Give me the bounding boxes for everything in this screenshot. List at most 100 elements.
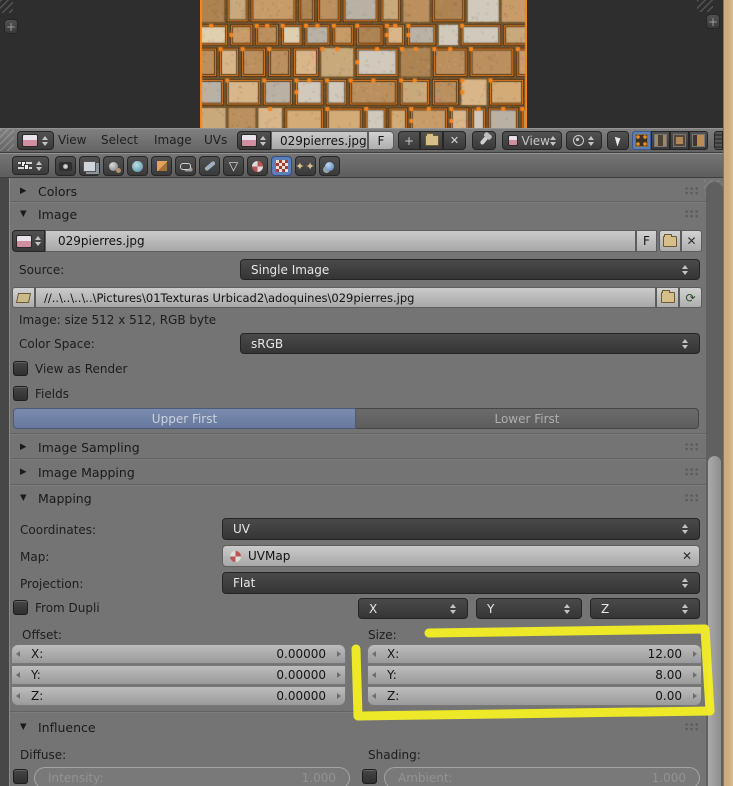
diffuse-intensity-checkbox[interactable] [13,769,28,784]
menu-view[interactable]: View [54,128,90,153]
fake-user-button[interactable]: F [368,131,394,150]
panel-drag-dots[interactable] [685,442,700,452]
menu-uvs[interactable]: UVs [200,128,231,153]
image-datablock-browse[interactable] [12,230,45,252]
offset-y-field[interactable]: Y: 0.00000 [11,665,346,685]
render-icon [59,161,72,171]
tab-physics[interactable] [319,156,340,176]
offset-z-field[interactable]: Z: 0.00000 [11,686,346,706]
map-field[interactable]: UVMap ✕ [222,545,700,567]
tab-particles[interactable]: ✦✦ [295,156,316,176]
shading-ambient-checkbox[interactable] [362,769,377,784]
upper-first-button[interactable]: Upper First [13,408,356,429]
panel-drag-dots[interactable] [685,209,700,219]
shading-ambient-slider[interactable]: Ambient: 1.000 [384,767,700,786]
size-y-field[interactable]: Y: 8.00 [367,665,702,685]
corner-widget-top-right[interactable] [697,0,713,12]
panel-header-image-sampling[interactable]: Image Sampling [20,438,700,456]
panel-drag-dots[interactable] [685,186,700,196]
clear-map-icon[interactable]: ✕ [682,549,692,563]
browse-arrows-icon [259,134,267,148]
filepath-icon-button[interactable] [12,287,35,308]
projection-dropdown[interactable]: Flat [222,572,700,594]
increment-arrow-icon[interactable] [337,672,341,678]
axis-x-dropdown[interactable]: X [358,598,468,619]
image-name-field[interactable]: 029pierres.jpg [45,230,636,252]
sticky-selection-button-partial[interactable] [714,131,723,150]
fake-user-button[interactable]: F [636,230,657,252]
filepath-reload-button[interactable]: ⟳ [679,287,702,308]
panel-drag-dots[interactable] [685,493,700,503]
panel-drag-dots[interactable] [685,467,700,477]
separator [10,711,722,713]
panel-header-colors[interactable]: Colors [20,182,700,200]
increment-arrow-icon[interactable] [337,651,341,657]
uv-sync-selection-button[interactable] [607,131,629,150]
corner-widget-top-left[interactable] [0,0,13,13]
panel-drag-dots[interactable] [685,722,700,732]
panel-header-mapping[interactable]: Mapping [20,489,700,507]
editor-type-selector[interactable] [17,131,54,150]
increment-arrow-icon[interactable] [337,693,341,699]
new-image-button[interactable]: + [398,131,420,150]
unlink-image-button[interactable]: ✕ [443,131,466,150]
edge-select-icon [654,134,667,147]
properties-editor-type-selector[interactable] [12,156,49,175]
increment-arrow-icon[interactable] [693,672,697,678]
tab-modifiers[interactable] [199,156,220,176]
uv-select-edge-button[interactable] [651,131,670,150]
axis-y-dropdown[interactable]: Y [476,598,582,619]
open-image-button[interactable] [420,131,443,150]
from-dupli-checkbox[interactable] [13,600,28,615]
tab-scene[interactable] [103,156,124,176]
view-as-render-checkbox[interactable] [13,361,28,376]
tab-render-layers[interactable] [79,156,100,176]
tab-object-data[interactable]: ▽ [223,156,244,176]
properties-scrollbar-thumb[interactable] [708,456,721,786]
coordinates-dropdown[interactable]: UV [222,518,700,540]
tab-world[interactable] [127,156,148,176]
panel-header-image-mapping[interactable]: Image Mapping [20,463,700,481]
display-mode-dropdown[interactable]: View [502,131,562,150]
increment-arrow-icon[interactable] [693,693,697,699]
fields-checkbox[interactable] [13,386,28,401]
menu-select[interactable]: Select [97,128,142,153]
pivot-selector[interactable] [566,131,602,150]
tab-object[interactable] [151,156,172,176]
size-x-field[interactable]: X: 12.00 [367,644,702,664]
expand-region-button-right[interactable]: + [706,14,720,29]
panel-header-influence[interactable]: Influence [20,718,700,736]
uvmap-sphere-icon [230,550,241,562]
image-datablock-browse[interactable] [237,131,271,150]
uv-select-island-button[interactable] [689,131,708,150]
uv-select-face-button[interactable] [670,131,689,150]
increment-arrow-icon[interactable] [693,651,697,657]
object-data-icon: ▽ [228,159,239,173]
expand-region-button-left[interactable]: + [4,19,18,34]
filepath-browse-button[interactable] [656,287,679,308]
corner-widget-header-left[interactable] [0,129,14,151]
lower-first-button[interactable]: Lower First [356,408,699,429]
color-space-dropdown[interactable]: sRGB [240,333,700,354]
filepath-field[interactable]: //..\..\..\..\Pictures\01Texturas Urbica… [35,287,656,308]
display-mode-label: View [521,133,550,148]
panel-header-image[interactable]: Image [20,205,700,223]
texture-image-with-uv-overlay[interactable] [200,0,527,128]
image-icon [508,135,518,146]
tab-constraints[interactable] [175,156,196,176]
tab-render[interactable] [55,156,76,176]
constraints-icon [180,162,191,170]
tab-texture-active[interactable] [271,156,292,176]
offset-x-field[interactable]: X: 0.00000 [11,644,346,664]
axis-z-dropdown[interactable]: Z [590,598,700,619]
diffuse-intensity-slider[interactable]: Intensity: 1.000 [34,767,350,786]
open-image-button[interactable] [659,230,681,252]
unlink-image-button[interactable]: ✕ [681,230,702,252]
tab-material[interactable] [247,156,268,176]
menu-image[interactable]: Image [150,128,196,153]
size-z-field[interactable]: Z: 0.00 [367,686,702,706]
uv-select-vertex-button[interactable] [632,131,651,150]
image-name-field[interactable]: 029pierres.jpg [271,131,368,150]
pin-button[interactable] [472,131,496,150]
source-dropdown[interactable]: Single Image [240,259,700,280]
